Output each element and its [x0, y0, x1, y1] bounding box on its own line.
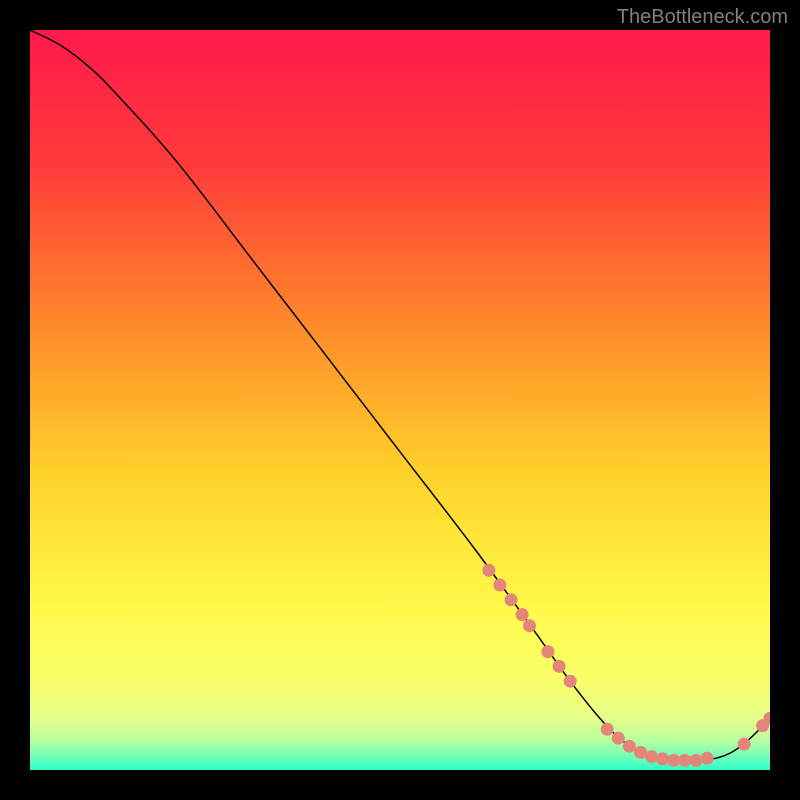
- plot-area: [30, 30, 770, 770]
- bottleneck-curve: [30, 30, 770, 761]
- data-point: [656, 752, 669, 765]
- data-point: [516, 608, 529, 621]
- data-point: [690, 754, 703, 767]
- data-point: [678, 754, 691, 767]
- data-point: [645, 750, 658, 763]
- data-point: [667, 754, 680, 767]
- curve-layer: [30, 30, 770, 770]
- data-point: [553, 660, 566, 673]
- data-point: [542, 645, 555, 658]
- watermark-text: TheBottleneck.com: [617, 6, 788, 29]
- data-point: [482, 564, 495, 577]
- data-point: [623, 740, 636, 753]
- data-points-group: [482, 564, 770, 767]
- data-point: [564, 675, 577, 688]
- data-point: [505, 593, 518, 606]
- data-point: [634, 746, 647, 759]
- data-point: [738, 738, 751, 751]
- data-point: [601, 723, 614, 736]
- data-point: [493, 579, 506, 592]
- data-point: [701, 752, 714, 765]
- data-point: [523, 619, 536, 632]
- data-point: [612, 732, 625, 745]
